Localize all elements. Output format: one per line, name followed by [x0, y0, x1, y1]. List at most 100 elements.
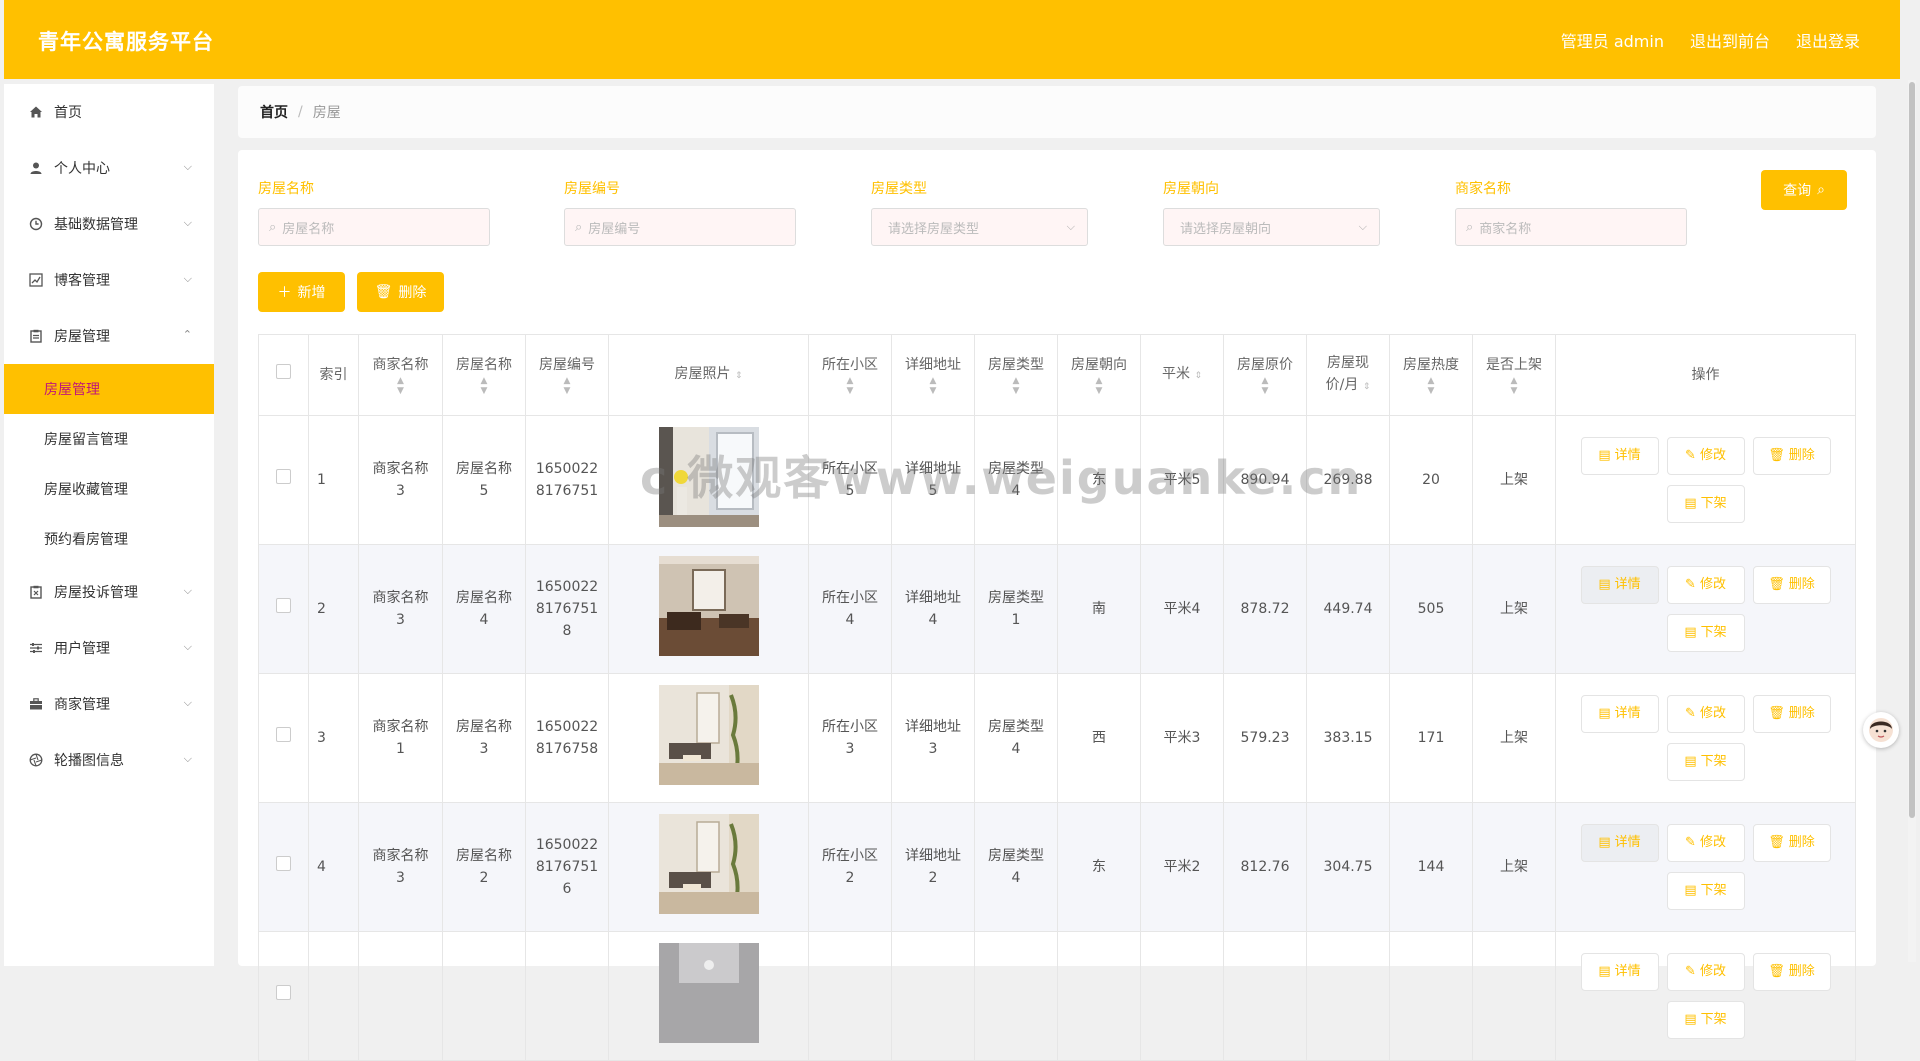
sidebar-subitem-house-message[interactable]: 房屋留言管理 — [4, 414, 214, 464]
cell-text: 8176758 — [535, 741, 599, 757]
header-photo[interactable]: 房屋照片 ⇕ — [608, 334, 809, 416]
delete-button[interactable]: 🗑 删除 — [1752, 824, 1831, 862]
unlist-button[interactable]: ▤ 下架 — [1666, 614, 1745, 652]
page-scrollbar[interactable] — [1908, 80, 1916, 962]
row-checkbox[interactable] — [276, 985, 291, 1000]
cell-index — [308, 931, 359, 1061]
sort-icon[interactable]: ▲ ▼ — [527, 376, 607, 396]
sort-icon[interactable]: ▲ ▼ — [810, 376, 890, 396]
sidebar-item-label: 用户管理 — [54, 641, 110, 657]
house-photo[interactable] — [658, 684, 759, 789]
header-area[interactable]: 平米 ⇕ — [1140, 334, 1224, 416]
sort-icon[interactable]: ▲ ▼ — [893, 376, 973, 396]
cell-orig_price — [1223, 931, 1307, 1061]
merchant-name-input[interactable]: ⌕ 商家名称 — [1455, 208, 1687, 246]
scrollbar-thumb[interactable] — [1909, 82, 1915, 818]
query-button[interactable]: 查询 ⌕ — [1761, 170, 1847, 210]
cell-address: 详细地址 4 — [891, 544, 975, 674]
header-label: 商家名称 — [372, 357, 429, 373]
row-checkbox[interactable] — [276, 598, 291, 613]
sidebar-item-complaint[interactable]: 房屋投诉管理 ⌵ — [4, 564, 214, 620]
house-code-input[interactable]: ⌕ 房屋编号 — [564, 208, 796, 246]
table-header-row: 索引 商家名称 ▲ ▼ 房屋名称 ▲ ▼ 房屋编号 ▲ ▼ 房屋照片 ⇕ 所在小区 ▲ ▼ 详细… — [258, 334, 1856, 416]
breadcrumb: 首页 / 房屋 — [238, 86, 1876, 138]
unlist-button[interactable]: ▤ 下架 — [1666, 743, 1745, 781]
house-photo[interactable] — [658, 942, 759, 1047]
filter-label: 房屋类型 — [871, 181, 927, 197]
house-photo[interactable] — [658, 813, 759, 918]
header-orig-price[interactable]: 房屋原价 ▲ ▼ — [1223, 334, 1307, 416]
edit-button[interactable]: ✎ 修改 — [1666, 695, 1745, 733]
house-type-select[interactable]: 请选择房屋类型 ⌵ — [871, 208, 1088, 246]
sort-icon[interactable]: ▲ ▼ — [360, 376, 441, 396]
detail-button[interactable]: ▤ 详情 — [1580, 566, 1659, 604]
header-orient[interactable]: 房屋朝向 ▲ ▼ — [1057, 334, 1141, 416]
delete-button[interactable]: 🗑 删除 — [1752, 953, 1831, 991]
row-checkbox[interactable] — [276, 727, 291, 742]
sort-icon[interactable]: ⇕ — [1194, 371, 1202, 381]
sidebar-subitem-house-favorite[interactable]: 房屋收藏管理 — [4, 464, 214, 514]
batch-delete-button[interactable]: 🗑 删除 — [357, 272, 444, 312]
delete-button[interactable]: 🗑 删除 — [1752, 566, 1831, 604]
sort-icon[interactable]: ▲ ▼ — [1474, 376, 1554, 396]
sidebar-item-users[interactable]: 用户管理 ⌵ — [4, 620, 214, 676]
logout-link[interactable]: 退出登录 — [1796, 28, 1860, 52]
sort-icon[interactable]: ▲ ▼ — [444, 376, 524, 396]
select-all-checkbox[interactable] — [276, 364, 291, 379]
add-button[interactable]: ＋ 新增 — [258, 272, 345, 312]
detail-button[interactable]: ▤ 详情 — [1580, 695, 1659, 733]
sidebar-subitem-house-manage[interactable]: 房屋管理 — [4, 364, 214, 414]
house-orient-select[interactable]: 请选择房屋朝向 ⌵ — [1163, 208, 1380, 246]
detail-button[interactable]: ▤ 详情 — [1580, 953, 1659, 991]
to-front-link[interactable]: 退出到前台 — [1690, 28, 1770, 52]
unlist-button[interactable]: ▤ 下架 — [1666, 485, 1745, 523]
row-checkbox[interactable] — [276, 856, 291, 871]
edit-button[interactable]: ✎ 修改 — [1666, 437, 1745, 475]
header-name[interactable]: 房屋名称 ▲ ▼ — [442, 334, 526, 416]
header-community[interactable]: 所在小区 ▲ ▼ — [808, 334, 892, 416]
sidebar-item-carousel[interactable]: 轮播图信息 ⌵ — [4, 732, 214, 788]
cell-text: 5 — [479, 483, 489, 499]
sidebar-item-basic-data[interactable]: 基础数据管理 ⌵ — [4, 196, 214, 252]
row-checkbox[interactable] — [276, 469, 291, 484]
edit-button[interactable]: ✎ 修改 — [1666, 953, 1745, 991]
sidebar-item-merchant[interactable]: 商家管理 ⌵ — [4, 676, 214, 732]
sidebar-item-label: 博客管理 — [54, 273, 110, 289]
header-heat[interactable]: 房屋热度 ▲ ▼ — [1389, 334, 1473, 416]
detail-button[interactable]: ▤ 详情 — [1580, 437, 1659, 475]
sidebar-item-home[interactable]: 首页 — [4, 84, 214, 140]
sidebar-subitem-house-viewing[interactable]: 预约看房管理 — [4, 514, 214, 564]
header-merchant[interactable]: 商家名称 ▲ ▼ — [358, 334, 443, 416]
sidebar-item-profile[interactable]: 个人中心 ⌵ — [4, 140, 214, 196]
sort-icon[interactable]: ▲ ▼ — [1391, 376, 1471, 396]
detail-button[interactable]: ▤ 详情 — [1580, 824, 1659, 862]
assistant-avatar[interactable] — [1863, 712, 1899, 748]
header-type[interactable]: 房屋类型 ▲ ▼ — [974, 334, 1058, 416]
edit-button[interactable]: ✎ 修改 — [1666, 824, 1745, 862]
document-icon: ▤ — [1598, 448, 1611, 463]
header-listed[interactable]: 是否上架 ▲ ▼ — [1472, 334, 1556, 416]
sidebar-item-blog[interactable]: 博客管理 ⌵ — [4, 252, 214, 308]
breadcrumb-home[interactable]: 首页 — [260, 102, 288, 122]
delete-button[interactable]: 🗑 删除 — [1752, 695, 1831, 733]
cell-text: 2 — [928, 870, 938, 886]
house-name-input[interactable]: ⌕ 房屋名称 — [258, 208, 490, 246]
sidebar-item-house[interactable]: 房屋管理 ⌃ — [4, 308, 214, 364]
house-photo[interactable] — [658, 555, 759, 660]
sort-icon[interactable]: ⇕ — [1363, 382, 1371, 392]
edit-button[interactable]: ✎ 修改 — [1666, 566, 1745, 604]
sort-icon[interactable]: ▲ ▼ — [1225, 376, 1305, 396]
sort-icon[interactable]: ⇕ — [735, 371, 743, 381]
cell-listed: 上架 — [1472, 415, 1556, 545]
header-price[interactable]: 房屋现 价/月 ⇕ — [1306, 334, 1390, 416]
unlist-button[interactable]: ▤ 下架 — [1666, 1001, 1745, 1039]
cell-merchant: 商家名称 3 — [358, 544, 443, 674]
sort-icon[interactable]: ▲ ▼ — [976, 376, 1056, 396]
house-photo[interactable] — [658, 426, 759, 531]
sort-icon[interactable]: ▲ ▼ — [1059, 376, 1139, 396]
pencil-icon: ✎ — [1685, 835, 1696, 850]
delete-button[interactable]: 🗑 删除 — [1752, 437, 1831, 475]
unlist-button[interactable]: ▤ 下架 — [1666, 872, 1745, 910]
header-code[interactable]: 房屋编号 ▲ ▼ — [525, 334, 609, 416]
header-address[interactable]: 详细地址 ▲ ▼ — [891, 334, 975, 416]
